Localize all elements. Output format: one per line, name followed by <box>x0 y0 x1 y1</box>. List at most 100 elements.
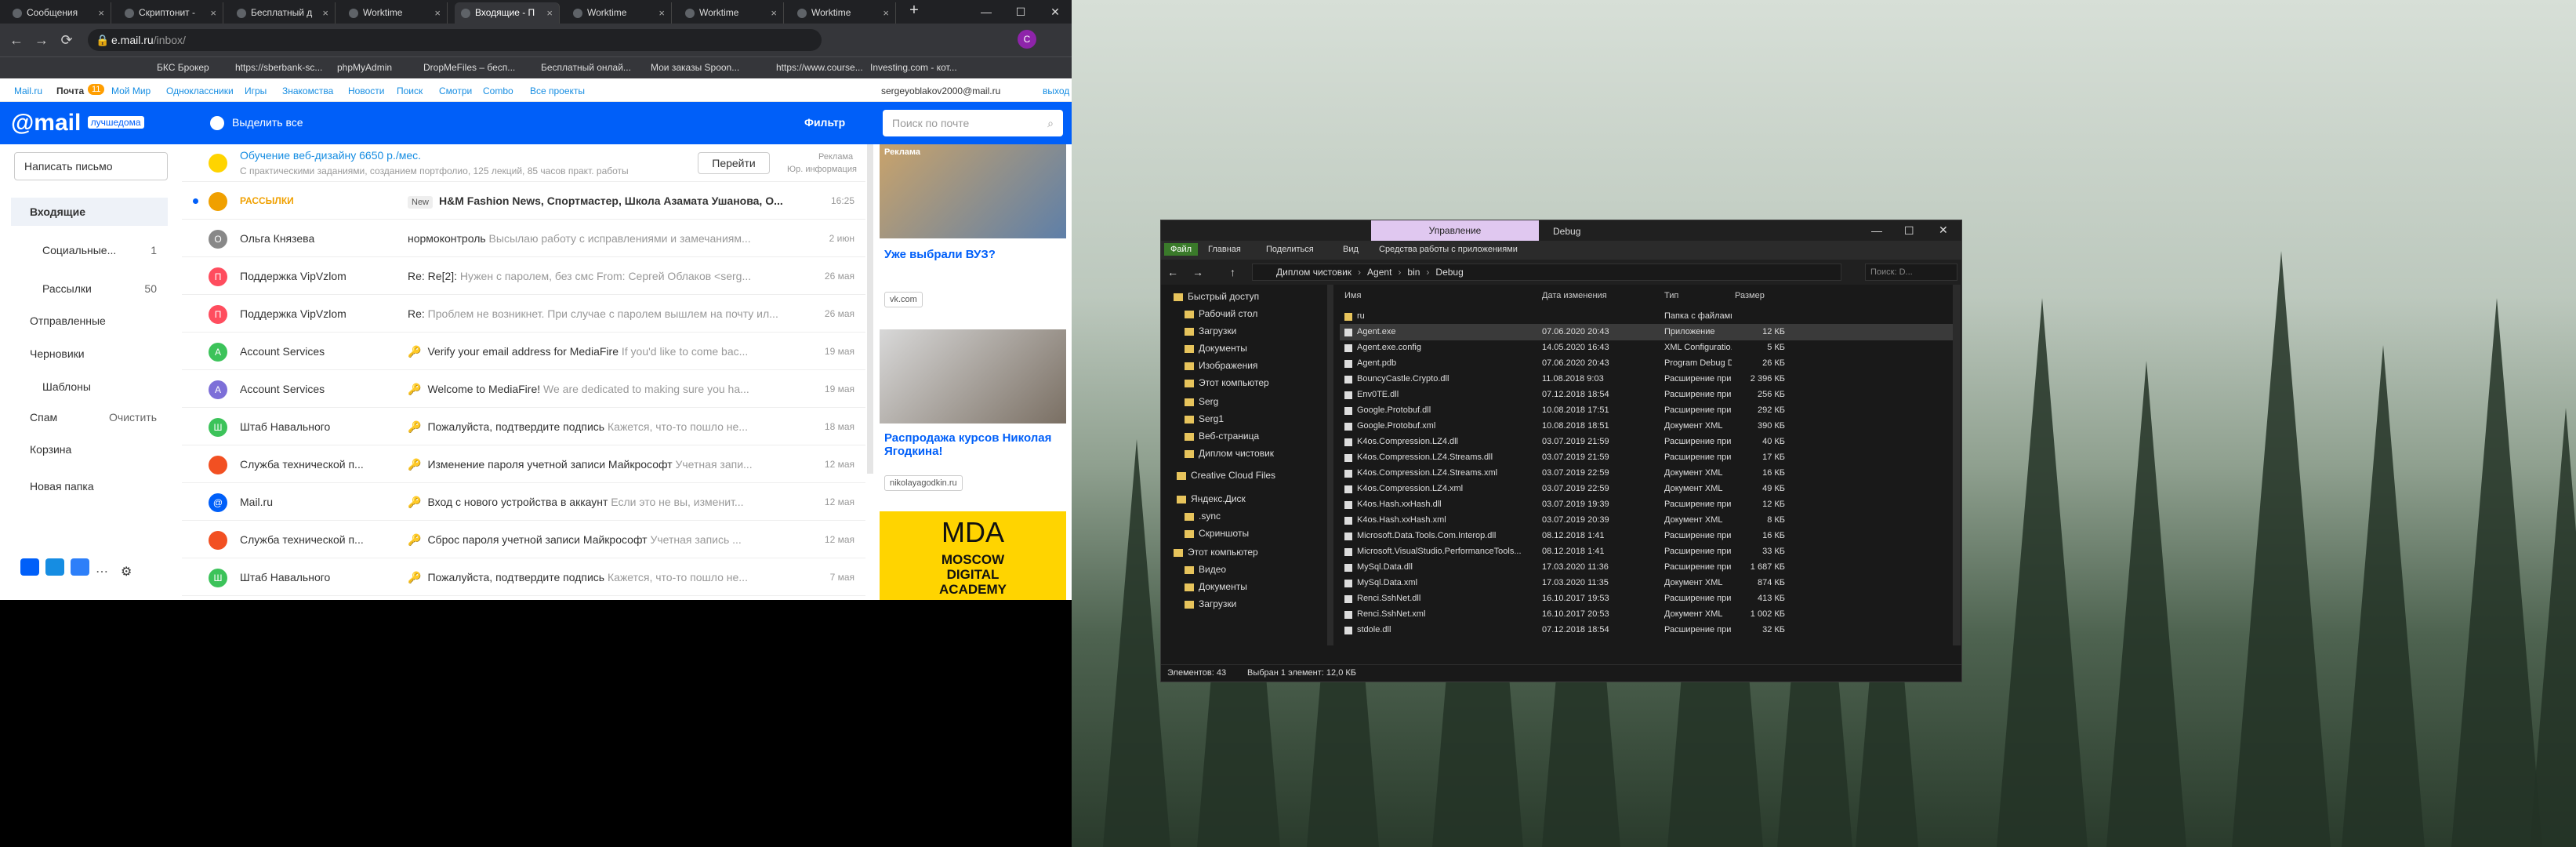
bookmark-item[interactable]: https://sberbank-sc... <box>235 62 322 73</box>
folder-inbox[interactable]: Входящие <box>11 198 168 226</box>
browser-tab[interactable]: Worktime × <box>679 2 784 24</box>
tasks-icon[interactable] <box>71 558 89 576</box>
folder-drafts[interactable]: Черновики <box>11 340 168 368</box>
nav-item[interactable]: Яндекс.Диск <box>1177 493 1246 504</box>
mail-logo[interactable]: @mail лучшедома <box>11 110 144 136</box>
message-row[interactable]: О Ольга Князева нормоконтроль Высылаю рабо… <box>182 220 865 257</box>
file-row[interactable]: MySql.Data.xml 17.03.2020 11:35 Документ X… <box>1340 575 1953 591</box>
ad-title[interactable]: Распродажа курсов Николая Ягодкина! <box>884 431 1057 458</box>
column-header[interactable]: Дата изменения <box>1542 291 1607 300</box>
explorer-search-input[interactable]: Поиск: D... <box>1865 264 1957 281</box>
nav-scrollbar[interactable] <box>1327 285 1333 645</box>
nav-item[interactable]: Быстрый доступ <box>1174 291 1259 302</box>
browser-tab[interactable]: Входящие - П × <box>455 2 560 24</box>
settings-icon[interactable]: ⚙ <box>121 564 132 580</box>
file-row[interactable]: Microsoft.Data.Tools.Com.Interop.dll 08.1… <box>1340 528 1953 544</box>
calendar-icon[interactable] <box>20 558 39 576</box>
file-row[interactable]: ru Папка с файлами <box>1340 308 1953 325</box>
tab-close-icon[interactable]: × <box>883 2 889 24</box>
list-scrollbar[interactable] <box>867 144 873 474</box>
filter-button[interactable]: Фильтр <box>804 116 845 129</box>
nav-item[interactable]: Этот компьютер <box>1174 547 1258 558</box>
select-all-button[interactable]: Выделить все <box>232 116 303 129</box>
nav-item[interactable]: Рабочий стол <box>1185 308 1257 319</box>
file-row[interactable]: BouncyCastle.Crypto.dll 11.08.2018 9:03 Ра… <box>1340 371 1953 387</box>
tab-close-icon[interactable]: × <box>98 2 104 24</box>
ad-button[interactable]: vk.com <box>884 292 923 307</box>
portal-link[interactable]: Почта <box>56 85 84 96</box>
nav-item[interactable]: Creative Cloud Files <box>1177 470 1275 481</box>
maximize-icon[interactable]: ☐ <box>1904 224 1914 238</box>
file-row[interactable]: K4os.Compression.LZ4.Streams.dll 03.07.20… <box>1340 449 1953 466</box>
file-row[interactable]: MySql.Data.dll 17.03.2020 11:36 Расширение… <box>1340 559 1953 576</box>
file-row[interactable]: K4os.Hash.xxHash.xml 03.07.2019 20:39 Доку… <box>1340 512 1953 529</box>
folder-sent[interactable]: Отправленные <box>11 307 168 335</box>
tab-close-icon[interactable]: × <box>771 2 777 24</box>
contacts-icon[interactable] <box>45 558 64 576</box>
select-all-icon[interactable] <box>210 116 224 130</box>
new-folder-button[interactable]: Новая папка <box>11 472 168 500</box>
promo-button[interactable]: Перейти <box>698 152 770 174</box>
portal-link[interactable]: Все проекты <box>530 85 585 96</box>
forward-icon[interactable]: → <box>31 30 52 50</box>
file-row[interactable]: Agent.exe 07.06.2020 20:43 Приложение 12 КБ <box>1340 324 1953 340</box>
browser-tab[interactable]: Скриптонит - × <box>118 2 223 24</box>
bookmark-item[interactable]: Мои заказы Spoon... <box>651 62 739 73</box>
bookmark-item[interactable]: Investing.com - кот... <box>870 62 957 73</box>
unread-dot-icon[interactable] <box>193 198 198 204</box>
compose-button[interactable]: Написать письмо <box>14 152 168 180</box>
portal-link[interactable]: Combo <box>483 85 513 96</box>
promo-legal-link[interactable]: Юр. информация <box>787 165 857 174</box>
ad-image-students[interactable] <box>880 144 1066 238</box>
folder-templates[interactable]: Шаблоны <box>24 373 168 401</box>
maximize-icon[interactable]: ☐ <box>1003 0 1038 24</box>
minimize-icon[interactable]: — <box>1871 224 1882 237</box>
bookmark-item[interactable]: DropMeFiles – бесп... <box>423 62 515 73</box>
ribbon-tab[interactable]: Главная <box>1208 245 1241 254</box>
nav-item[interactable]: .sync <box>1185 511 1221 522</box>
message-row[interactable]: Ш Штаб Навального 🔑 Пожалуйста, подтвердите… <box>182 558 865 596</box>
file-row[interactable]: Google.Protobuf.dll 10.08.2018 17:51 Расши… <box>1340 402 1953 419</box>
portal-link[interactable]: Новости <box>348 85 384 96</box>
message-row[interactable]: Ш Штаб Навального 🔑 Пожалуйста, подтвердите… <box>182 408 865 445</box>
file-row[interactable]: Agent.exe.config 14.05.2020 16:43 XML Conf… <box>1340 340 1953 356</box>
message-row[interactable]: Служба технической п... 🔑 Сброс пароля уче… <box>182 521 865 558</box>
ribbon-tab[interactable]: Вид <box>1343 245 1359 254</box>
portal-link[interactable]: Игры <box>245 85 267 96</box>
browser-tab[interactable]: Бесплатный д × <box>230 2 336 24</box>
breadcrumb-item[interactable]: Debug <box>1435 267 1463 278</box>
nav-item[interactable]: Документы <box>1185 581 1247 592</box>
minimize-icon[interactable]: — <box>969 0 1003 24</box>
logout-link[interactable]: выход <box>1043 85 1069 96</box>
folder-trash[interactable]: Корзина <box>11 435 168 463</box>
bookmark-item[interactable]: Бесплатный онлай... <box>541 62 631 73</box>
file-row[interactable]: stdole.dll 07.12.2018 18:54 Расширение при… <box>1340 622 1953 638</box>
ad-button[interactable]: nikolayagodkin.ru <box>884 475 963 491</box>
ribbon-tab[interactable]: Средства работы с приложениями <box>1379 245 1518 254</box>
tab-close-icon[interactable]: × <box>434 2 441 24</box>
profile-avatar[interactable]: C <box>1018 30 1036 49</box>
message-row[interactable]: @ Mail.ru 🔑 Вход с нового устройства в акка… <box>182 483 865 521</box>
breadcrumb-item[interactable]: Диплом чистовик <box>1276 267 1351 278</box>
tab-close-icon[interactable]: × <box>210 2 216 24</box>
message-row[interactable]: A Account Services 🔑 Verify your email addr… <box>182 333 865 370</box>
file-row[interactable]: K4os.Compression.LZ4.Streams.xml 03.07.20… <box>1340 465 1953 482</box>
nav-item[interactable]: Веб-страница <box>1185 431 1259 442</box>
tab-close-icon[interactable]: × <box>546 2 553 24</box>
message-row[interactable]: П Поддержка VipVzlom Re: Re[2]: Нужен с па… <box>182 257 865 295</box>
column-header[interactable]: Тип <box>1664 291 1678 300</box>
browser-tab[interactable]: Сообщения × <box>6 2 111 24</box>
portal-link[interactable]: Одноклассники <box>166 85 234 96</box>
folder-social[interactable]: Социальные... 1 <box>24 236 168 264</box>
bookmark-item[interactable]: https://www.course... <box>776 62 863 73</box>
message-row[interactable]: A Account Services 🔑 Welcome to MediaFire! … <box>182 370 865 408</box>
tab-close-icon[interactable]: × <box>659 2 665 24</box>
message-row[interactable]: РАССЫЛКИ New H&M Fashion News, Спортмастер… <box>182 182 865 220</box>
ribbon-tab[interactable]: Поделиться <box>1266 245 1314 254</box>
ad-title[interactable]: Уже выбрали ВУЗ? <box>884 248 996 261</box>
forward-icon[interactable]: → <box>1192 266 1203 278</box>
file-row[interactable]: K4os.Hash.xxHash.dll 03.07.2019 19:39 Расш… <box>1340 496 1953 513</box>
breadcrumb[interactable]: Диплом чистовик › Agent › bin › Debug <box>1252 264 1841 281</box>
new-tab-button[interactable]: + <box>903 2 925 20</box>
close-icon[interactable]: ✕ <box>1038 0 1072 24</box>
